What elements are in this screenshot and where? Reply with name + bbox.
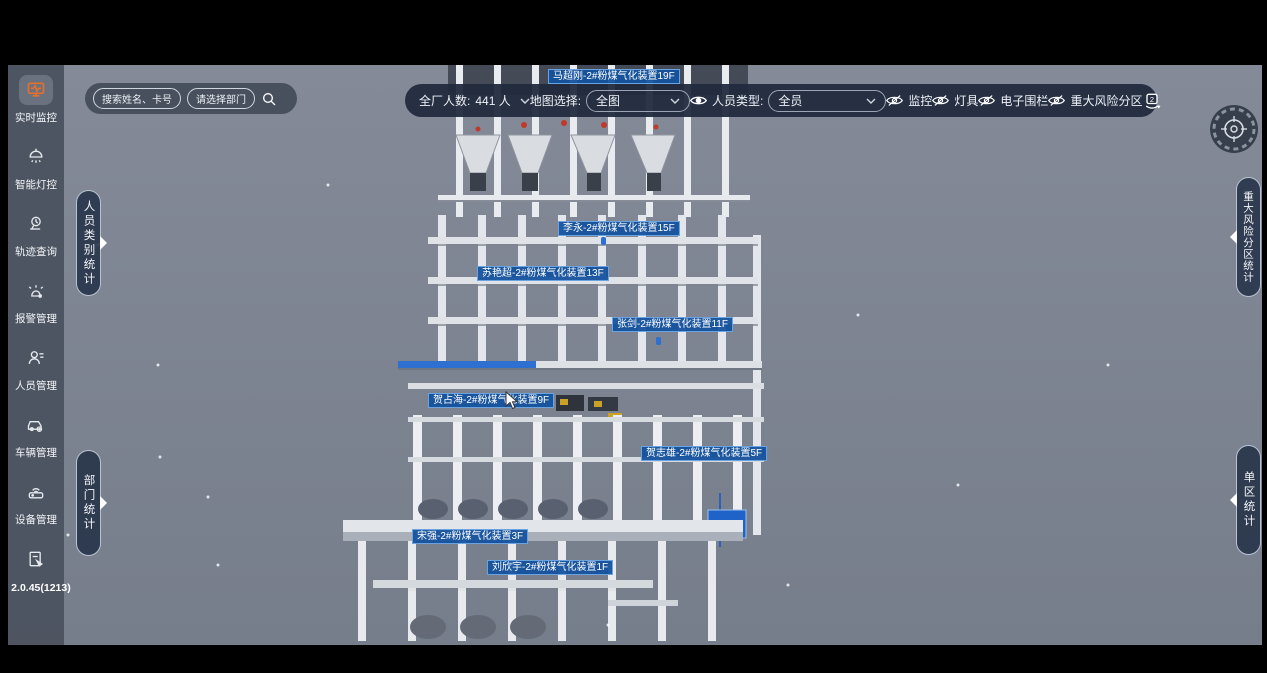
tab-major-risk-zone-stats[interactable]: 重大风险分区统计 bbox=[1236, 177, 1261, 297]
person-tag[interactable]: 贺志雄-2#粉煤气化装置5F bbox=[641, 446, 767, 461]
toggle-monitor-layer[interactable]: 监控 bbox=[886, 92, 932, 109]
toggle-light-layer[interactable]: 灯具 bbox=[932, 92, 978, 109]
alarm-icon bbox=[19, 276, 53, 306]
person-marker bbox=[601, 237, 606, 245]
sidebar-item-label: 实时监控 bbox=[15, 110, 57, 125]
toggle-major-risk-layer[interactable]: 重大风险分区 bbox=[1048, 92, 1142, 109]
total-people-value: 441 人 bbox=[475, 92, 510, 109]
person-tag[interactable]: 贺占海-2#粉煤气化装置9F bbox=[428, 393, 554, 408]
track-query-icon bbox=[19, 209, 53, 239]
app-window: 实时监控 智能灯控 轨迹查询 bbox=[0, 0, 1267, 673]
eye-off-icon bbox=[978, 93, 995, 108]
map-select-label: 地图选择: bbox=[530, 92, 581, 109]
person-tag[interactable]: 马超刚-2#粉煤气化装置19F bbox=[548, 69, 680, 84]
person-tag[interactable]: 苏艳超-2#粉煤气化装置13F bbox=[477, 266, 609, 281]
app-version: V 2.0.45(1213) bbox=[8, 582, 71, 594]
vehicle-icon bbox=[19, 410, 53, 440]
arrow-left-icon bbox=[1230, 493, 1237, 507]
person-type-value: 全员 bbox=[778, 92, 802, 109]
chevron-down-icon bbox=[670, 98, 680, 104]
sidebar-item-label: 智能灯控 bbox=[15, 177, 57, 192]
tab-label: 单区统计 bbox=[1241, 471, 1257, 529]
sidebar-nav: 实时监控 智能灯控 轨迹查询 bbox=[8, 65, 64, 645]
search-icon[interactable] bbox=[261, 91, 277, 107]
arrow-right-icon bbox=[100, 236, 107, 250]
search-input[interactable]: 搜索姓名、卡号 bbox=[93, 88, 181, 109]
plant-3d-model bbox=[8, 65, 1262, 645]
sidebar-item-realtime-monitor[interactable]: 实时监控 bbox=[15, 75, 57, 125]
person-marker bbox=[656, 337, 661, 345]
tab-single-zone-stats[interactable]: 单区统计 bbox=[1236, 445, 1261, 555]
sidebar-item-label: 轨迹查询 bbox=[15, 244, 57, 259]
sidebar-item-smart-light[interactable]: 智能灯控 bbox=[15, 142, 57, 192]
smart-light-icon bbox=[19, 142, 53, 172]
arrow-left-icon bbox=[1230, 230, 1237, 244]
view-2d-toggle-icon[interactable]: 2 bbox=[1142, 91, 1162, 111]
3d-scene-viewport[interactable]: 实时监控 智能灯控 轨迹查询 bbox=[8, 65, 1262, 645]
sidebar-item-label: 设备管理 bbox=[15, 512, 57, 527]
realtime-monitor-icon bbox=[19, 75, 53, 105]
sidebar-item-personnel[interactable]: 人员管理 bbox=[15, 343, 57, 393]
report-icon bbox=[19, 544, 53, 574]
department-select[interactable]: 请选择部门 bbox=[187, 88, 255, 109]
toggle-efence-layer[interactable]: 电子围栏 bbox=[978, 92, 1048, 109]
person-tag[interactable]: 张剑-2#粉煤气化装置11F bbox=[612, 317, 733, 332]
tab-label: 重大风险分区统计 bbox=[1241, 191, 1256, 283]
map-select-value: 全图 bbox=[596, 92, 620, 109]
sidebar-item-vehicle[interactable]: 车辆管理 bbox=[15, 410, 57, 460]
svg-text:2: 2 bbox=[1150, 94, 1154, 103]
toggle-label: 监控 bbox=[908, 92, 932, 109]
device-icon bbox=[19, 477, 53, 507]
arrow-right-icon bbox=[100, 496, 107, 510]
chevron-down-icon bbox=[866, 98, 876, 104]
sidebar-item-track-query[interactable]: 轨迹查询 bbox=[15, 209, 57, 259]
sidebar-item-alarm[interactable]: 报警管理 bbox=[15, 276, 57, 326]
eye-open-icon[interactable] bbox=[690, 94, 707, 107]
sidebar-item-device[interactable]: 设备管理 bbox=[15, 477, 57, 527]
toggle-label: 电子围栏 bbox=[1000, 92, 1048, 109]
map-toolbar: 全厂人数: 441 人 地图选择: 全图 人员类型: bbox=[405, 84, 1157, 117]
person-type-label: 人员类型: bbox=[712, 92, 763, 109]
person-tag[interactable]: 李永-2#粉煤气化装置15F bbox=[558, 221, 680, 236]
person-tag[interactable]: 刘欣宇-2#粉煤气化装置1F bbox=[487, 560, 613, 575]
compass-widget[interactable] bbox=[1207, 102, 1261, 156]
tab-label: 部门统计 bbox=[81, 474, 97, 532]
eye-off-icon bbox=[932, 93, 949, 108]
eye-off-icon bbox=[1048, 93, 1065, 108]
toggle-label: 重大风险分区 bbox=[1070, 92, 1142, 109]
sidebar-item-report[interactable] bbox=[19, 544, 53, 574]
total-people-label: 全厂人数: bbox=[419, 92, 470, 109]
tab-person-category-stats[interactable]: 人员类别统计 bbox=[76, 190, 101, 296]
eye-off-icon bbox=[886, 93, 903, 108]
map-select-dropdown[interactable]: 全图 bbox=[586, 90, 690, 112]
person-type-dropdown[interactable]: 全员 bbox=[768, 90, 886, 112]
toggle-label: 灯具 bbox=[954, 92, 978, 109]
personnel-icon bbox=[19, 343, 53, 373]
tab-label: 人员类别统计 bbox=[81, 200, 97, 287]
tab-department-stats[interactable]: 部门统计 bbox=[76, 450, 101, 556]
sidebar-item-label: 人员管理 bbox=[15, 378, 57, 393]
sidebar-item-label: 车辆管理 bbox=[15, 445, 57, 460]
person-tag[interactable]: 宋强-2#粉煤气化装置3F bbox=[412, 529, 528, 544]
chevron-down-icon bbox=[520, 98, 530, 104]
sidebar-item-label: 报警管理 bbox=[15, 311, 57, 326]
total-people-counter[interactable]: 全厂人数: 441 人 bbox=[419, 92, 530, 109]
search-bar: 搜索姓名、卡号 请选择部门 bbox=[85, 83, 297, 114]
